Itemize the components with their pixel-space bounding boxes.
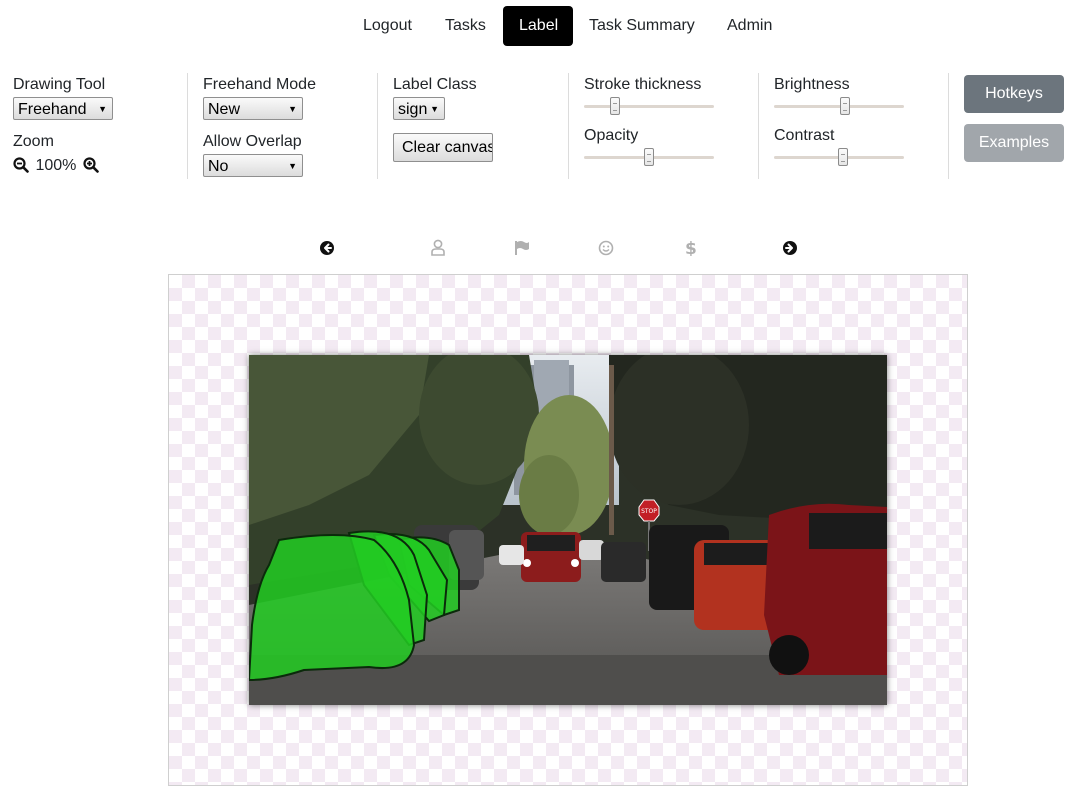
top-nav: Logout Tasks Label Task Summary Admin — [0, 6, 1078, 46]
zoom-in-icon[interactable] — [78, 157, 99, 174]
caret-down-icon: ▼ — [98, 104, 107, 114]
slider-track — [584, 105, 714, 108]
label-canvas[interactable]: STOP — [168, 274, 968, 786]
slider-thumb[interactable] — [644, 148, 654, 166]
zoom-out-icon[interactable] — [13, 157, 33, 174]
contrast-label: Contrast — [774, 127, 835, 144]
examples-button[interactable]: Examples — [964, 124, 1064, 162]
caret-down-icon: ▼ — [288, 104, 297, 114]
user-icon[interactable] — [429, 238, 447, 256]
flag-icon[interactable] — [513, 238, 531, 256]
slider-thumb[interactable] — [838, 148, 848, 166]
nav-logout[interactable]: Logout — [347, 6, 428, 46]
nav-tasks[interactable]: Tasks — [429, 6, 502, 46]
hotkeys-button[interactable]: Hotkeys — [964, 75, 1064, 113]
brightness-label: Brightness — [774, 76, 850, 93]
allow-overlap-select[interactable]: No ▼ — [203, 154, 303, 177]
opacity-slider[interactable] — [584, 148, 714, 166]
nav-task-summary[interactable]: Task Summary — [573, 6, 711, 46]
street-photo[interactable]: STOP — [247, 345, 887, 705]
stop-sign-text: STOP — [641, 508, 657, 515]
label-class-value: sign — [398, 101, 428, 118]
nav-label[interactable]: Label — [503, 6, 573, 46]
allow-overlap-label: Allow Overlap — [203, 133, 302, 150]
label-class-select[interactable]: sign ▼ — [393, 97, 445, 120]
divider — [187, 73, 188, 179]
caret-down-icon: ▼ — [430, 104, 439, 114]
clear-canvas-button[interactable]: Clear canvas — [393, 133, 493, 162]
slider-track — [774, 105, 904, 108]
dollar-icon[interactable]: $ — [682, 238, 700, 259]
task-nav-bar: $ — [0, 238, 1078, 259]
divider — [568, 73, 569, 179]
stroke-thickness-slider[interactable] — [584, 97, 714, 115]
street-scene-image: STOP — [247, 345, 887, 705]
freehand-mode-value: New — [208, 101, 241, 118]
slider-thumb[interactable] — [610, 97, 620, 115]
zoom-value: 100% — [35, 157, 77, 174]
zoom-controls: 100% — [13, 156, 99, 176]
divider — [758, 73, 759, 179]
opacity-label: Opacity — [584, 127, 639, 144]
caret-down-icon: ▼ — [288, 161, 297, 171]
drawing-tool-select[interactable]: Freehand ▼ — [13, 97, 113, 120]
divider — [948, 73, 949, 179]
label-class-label: Label Class — [393, 76, 477, 93]
toolbar: Drawing Tool Freehand ▼ Zoom 100% Freeha… — [0, 70, 1078, 180]
nav-admin[interactable]: Admin — [711, 6, 788, 46]
smile-icon[interactable] — [597, 238, 615, 256]
drawing-tool-value: Freehand — [18, 101, 87, 118]
arrow-right-circle-icon[interactable] — [781, 238, 799, 256]
allow-overlap-value: No — [208, 158, 229, 175]
brightness-slider[interactable] — [774, 97, 904, 115]
contrast-slider[interactable] — [774, 148, 904, 166]
divider — [377, 73, 378, 179]
zoom-label: Zoom — [13, 133, 54, 150]
svg-text:$: $ — [685, 239, 697, 256]
stroke-thickness-label: Stroke thickness — [584, 76, 702, 93]
arrow-left-circle-icon[interactable] — [319, 238, 337, 256]
freehand-mode-select[interactable]: New ▼ — [203, 97, 303, 120]
slider-thumb[interactable] — [840, 97, 850, 115]
drawing-tool-label: Drawing Tool — [13, 76, 106, 93]
freehand-mode-label: Freehand Mode — [203, 76, 316, 93]
